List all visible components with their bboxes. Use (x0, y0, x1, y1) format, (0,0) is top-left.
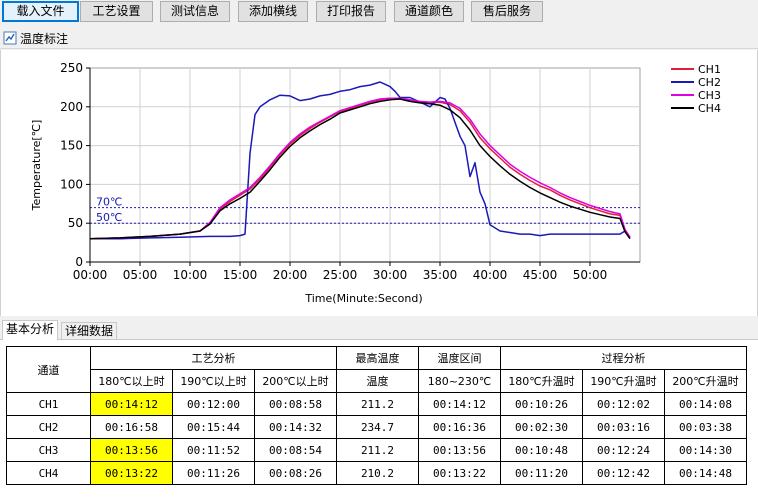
y-axis-label: Temperature[℃] (30, 120, 43, 212)
x-tick-label: 45:00 (523, 268, 558, 282)
header-progress-analysis: 过程分析 (500, 346, 747, 370)
test-info-button[interactable]: 测试信息 (160, 1, 230, 22)
header-channel: 通道 (6, 346, 91, 393)
x-tick-label: 20:00 (273, 268, 308, 282)
subheader: 温度 (336, 369, 419, 393)
subheader: 190℃以上时 (172, 369, 255, 393)
table-row[interactable]: CH3 00:13:56 00:11:52 00:08:54 211.2 00:… (6, 438, 747, 462)
temperature-annotation-label[interactable]: 温度标注 (20, 30, 68, 47)
after-sales-button[interactable]: 售后服务 (471, 1, 543, 22)
table-row[interactable]: CH2 00:16:58 00:15:44 00:14:32 234.7 00:… (6, 415, 747, 439)
process-settings-button[interactable]: 工艺设置 (80, 1, 153, 22)
reference-line-label: 70℃ (96, 196, 122, 209)
chart-legend[interactable]: CH1CH2CH3CH4 (671, 63, 721, 115)
rise-180-cell: 00:10:48 (500, 438, 583, 462)
max-temp-cell: 211.2 (336, 392, 419, 416)
time-above-200-cell: 00:08:58 (254, 392, 337, 416)
rise-200-cell: 00:14:08 (664, 392, 747, 416)
time-above-180-cell: 00:16:58 (90, 415, 173, 439)
subheader: 200℃升温时 (664, 369, 747, 393)
annotation-bar: 温度标注 (0, 27, 758, 49)
range-time-cell: 00:14:12 (418, 392, 501, 416)
header-temp-range: 温度区间 (418, 346, 501, 370)
y-tick-label: 200 (60, 100, 83, 114)
chart-grid (89, 67, 641, 263)
subheader: 180~230℃ (418, 369, 501, 393)
tab-basic-analysis[interactable]: 基本分析 (2, 320, 59, 340)
time-above-180-cell: 00:13:56 (90, 438, 173, 462)
table-row[interactable]: CH4 00:13:22 00:11:26 00:08:26 210.2 00:… (6, 461, 747, 485)
y-tick-label: 150 (60, 139, 83, 153)
rise-180-cell: 00:02:30 (500, 415, 583, 439)
time-above-190-cell: 00:11:52 (172, 438, 255, 462)
header-max-temp: 最高温度 (336, 346, 419, 370)
analysis-panel: 通道 工艺分析 最高温度 温度区间 过程分析 180℃以上时 190℃以上时 2… (0, 339, 758, 500)
channel-cell: CH3 (6, 438, 91, 462)
print-report-button[interactable]: 打印报告 (316, 1, 386, 22)
channel-cell: CH2 (6, 415, 91, 439)
max-temp-cell: 211.2 (336, 438, 419, 462)
rise-180-cell: 00:10:26 (500, 392, 583, 416)
time-above-180-cell: 00:13:22 (90, 461, 173, 485)
x-tick-label: 25:00 (323, 268, 358, 282)
add-hline-button[interactable]: 添加横线 (238, 1, 308, 22)
time-above-180-cell: 00:14:12 (90, 392, 173, 416)
x-tick-label: 10:00 (173, 268, 208, 282)
y-tick-label: 0 (75, 255, 83, 269)
rise-190-cell: 00:12:42 (582, 461, 665, 485)
channel-color-button[interactable]: 通道颜色 (394, 1, 464, 22)
header-process-analysis: 工艺分析 (90, 346, 337, 370)
time-above-190-cell: 00:15:44 (172, 415, 255, 439)
channel-cell: CH1 (6, 392, 91, 416)
x-tick-label: 05:00 (123, 268, 158, 282)
y-tick-label: 250 (60, 61, 83, 75)
legend-label-ch2: CH2 (698, 76, 721, 89)
x-tick-label: 50:00 (573, 268, 608, 282)
rise-200-cell: 00:03:38 (664, 415, 747, 439)
x-tick-label: 00:00 (73, 268, 108, 282)
max-temp-cell: 210.2 (336, 461, 419, 485)
rise-200-cell: 00:14:30 (664, 438, 747, 462)
tab-bar: 基本分析 详细数据 (0, 320, 758, 340)
rise-190-cell: 00:03:16 (582, 415, 665, 439)
range-time-cell: 00:16:36 (418, 415, 501, 439)
time-above-200-cell: 00:08:54 (254, 438, 337, 462)
range-time-cell: 00:13:22 (418, 461, 501, 485)
rise-180-cell: 00:11:20 (500, 461, 583, 485)
x-tick-label: 40:00 (473, 268, 508, 282)
legend-label-ch3: CH3 (698, 89, 721, 102)
time-above-190-cell: 00:11:26 (172, 461, 255, 485)
toolbar: 载入文件 工艺设置 测试信息 添加横线 打印报告 通道颜色 售后服务 (0, 0, 758, 24)
x-tick-label: 35:00 (423, 268, 458, 282)
analysis-table: 通道 工艺分析 最高温度 温度区间 过程分析 180℃以上时 190℃以上时 2… (6, 346, 747, 485)
x-tick-label: 30:00 (373, 268, 408, 282)
rise-190-cell: 00:12:02 (582, 392, 665, 416)
rise-190-cell: 00:12:24 (582, 438, 665, 462)
temperature-chart: 70℃ 50℃ 0 50 100 150 200 250 00:00 05:00 10:00 15:… (30, 61, 721, 305)
range-time-cell: 00:13:56 (418, 438, 501, 462)
load-file-button[interactable]: 载入文件 (2, 1, 79, 22)
y-tick-label: 100 (60, 177, 83, 191)
reference-line-label: 50℃ (96, 211, 122, 224)
y-tick-label: 50 (68, 216, 83, 230)
rise-200-cell: 00:14:48 (664, 461, 747, 485)
chart-area: 70℃ 50℃ 0 50 100 150 200 250 00:00 05:00 10:00 15:… (0, 50, 758, 316)
max-temp-cell: 234.7 (336, 415, 419, 439)
x-axis-label: Time(Minute:Second) (304, 292, 422, 305)
subheader: 180℃升温时 (500, 369, 583, 393)
subheader: 190℃升温时 (582, 369, 665, 393)
tab-detail-data[interactable]: 详细数据 (61, 322, 118, 340)
table-row[interactable]: CH1 00:14:12 00:12:00 00:08:58 211.2 00:… (6, 392, 747, 416)
temperature-icon[interactable] (3, 31, 17, 45)
legend-label-ch4: CH4 (698, 102, 721, 115)
subheader: 180℃以上时 (90, 369, 173, 393)
time-above-190-cell: 00:12:00 (172, 392, 255, 416)
channel-cell: CH4 (6, 461, 91, 485)
time-above-200-cell: 00:14:32 (254, 415, 337, 439)
plot-frame (89, 67, 641, 263)
time-above-200-cell: 00:08:26 (254, 461, 337, 485)
subheader: 200℃以上时 (254, 369, 337, 393)
legend-label-ch1: CH1 (698, 63, 721, 76)
x-tick-label: 15:00 (223, 268, 258, 282)
